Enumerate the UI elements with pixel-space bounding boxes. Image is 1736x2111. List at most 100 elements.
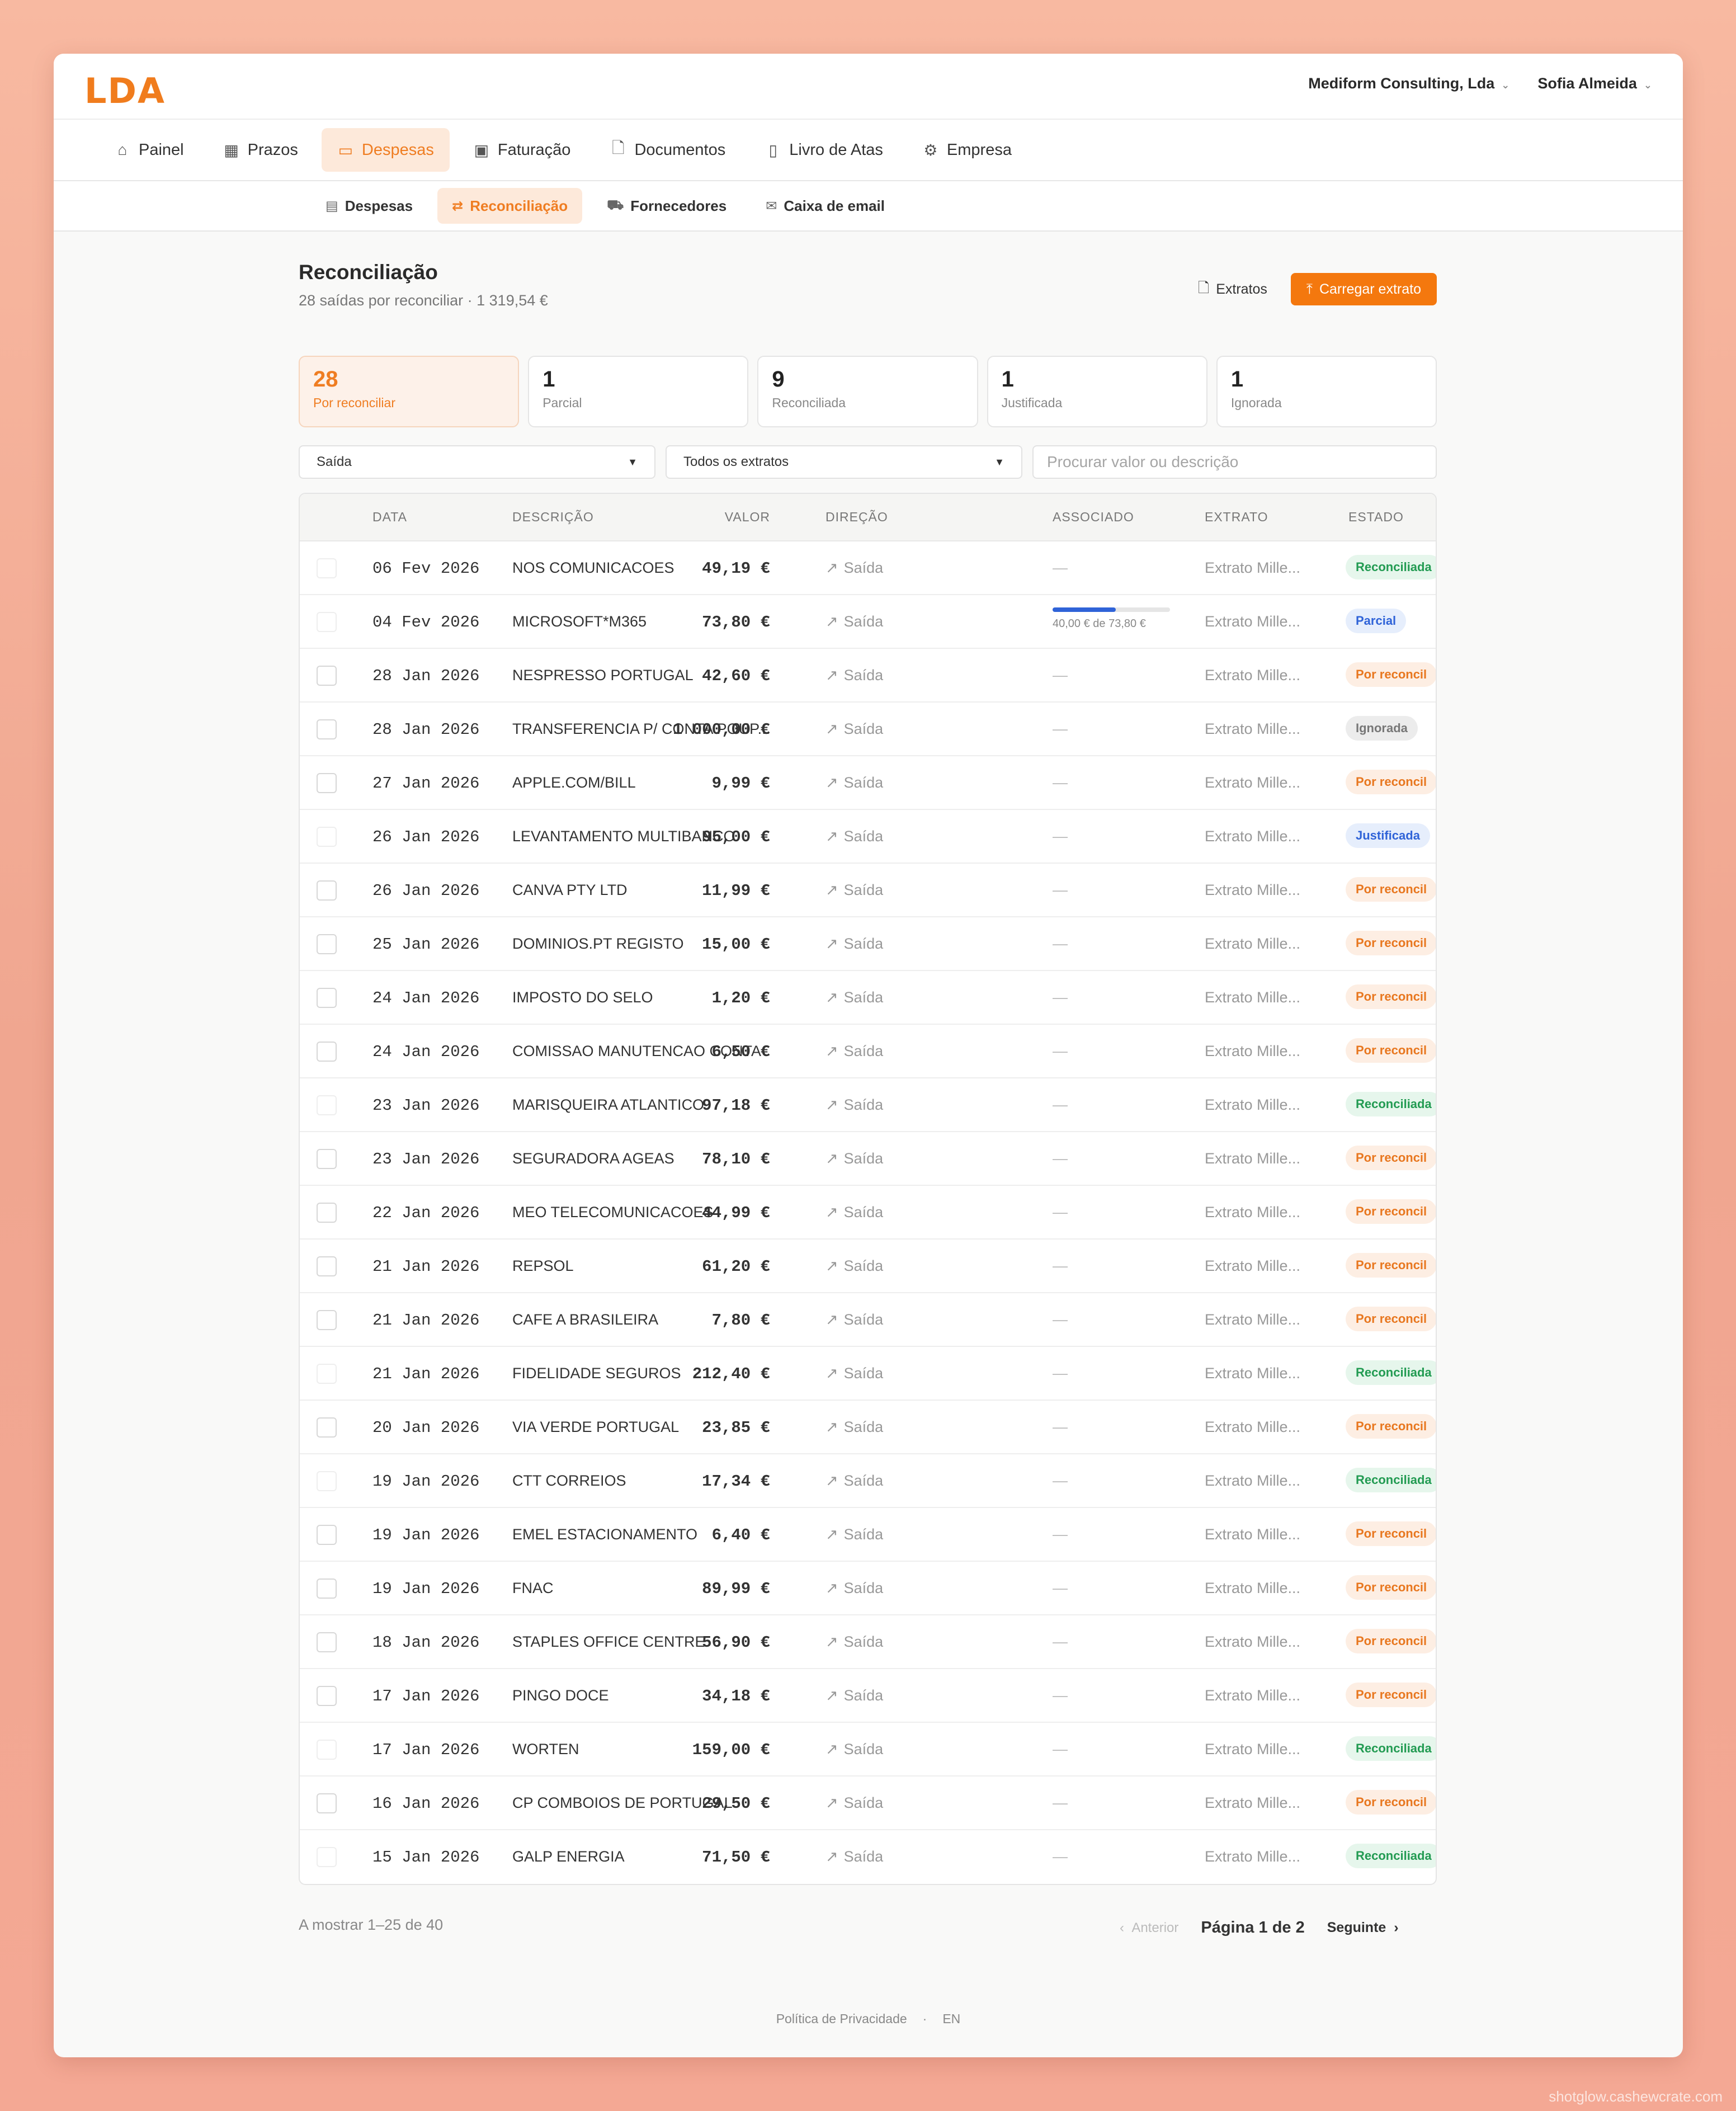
nav-item-despesas[interactable]: ▭ Despesas bbox=[321, 128, 450, 172]
table-row[interactable]: 21 Jan 2026 REPSOL ↗ Saída 61,20 € — Extrato M… bbox=[300, 1240, 1436, 1293]
nav-item-prazos[interactable]: ▦ Prazos bbox=[207, 128, 314, 172]
table-row[interactable]: 28 Jan 2026 TRANSFERENCIA P/ CONTA POUP..… bbox=[300, 703, 1436, 756]
table-row[interactable]: 15 Jan 2026 GALP ENERGIA ↗ Saída 71,50 € — Ext… bbox=[300, 1830, 1436, 1884]
nav-item-painel[interactable]: ⌂ Painel bbox=[98, 128, 200, 172]
table-row[interactable]: 28 Jan 2026 NESPRESSO PORTUGAL ↗ Saída 42,60… bbox=[300, 649, 1436, 703]
upload-statement-button[interactable]: ⤒ Carregar extrato bbox=[1290, 273, 1437, 305]
nav-item-faturação[interactable]: ▣ Faturação bbox=[457, 128, 587, 172]
row-checkbox[interactable] bbox=[317, 934, 337, 954]
nav-item-livro-de-atas[interactable]: ▯ Livro de Atas bbox=[749, 128, 899, 172]
table-row[interactable]: 20 Jan 2026 VIA VERDE PORTUGAL ↗ Saída 23,85… bbox=[300, 1401, 1436, 1454]
next-page-button[interactable]: Seguinte › bbox=[1327, 1920, 1399, 1936]
direction-label: Saída bbox=[843, 1580, 884, 1596]
header-state[interactable]: ESTADO bbox=[1348, 510, 1404, 525]
row-checkbox[interactable] bbox=[317, 1525, 337, 1545]
row-checkbox[interactable] bbox=[317, 719, 337, 739]
row-checkbox[interactable] bbox=[317, 880, 337, 901]
table-row[interactable]: 22 Jan 2026 MEO TELECOMUNICACOES ↗ Saída 44,… bbox=[300, 1186, 1436, 1240]
header-description[interactable]: DESCRIÇÃO bbox=[512, 510, 594, 525]
cell-date: 25 Jan 2026 bbox=[372, 935, 480, 954]
cell-direction: ↗ Saída bbox=[825, 559, 883, 577]
subnav-item-fornecedores[interactable]: ⛟ Fornecedores bbox=[592, 188, 741, 224]
cell-statement: Extrato Mille... bbox=[1205, 882, 1301, 898]
header-direction[interactable]: DIREÇÃO bbox=[825, 510, 888, 525]
stat-card[interactable]: 1 Justificada bbox=[987, 356, 1207, 427]
nav-item-empresa[interactable]: ⚙ Empresa bbox=[907, 128, 1027, 172]
subnav-item-caixa-de-email[interactable]: ✉ Caixa de email bbox=[751, 188, 899, 224]
stat-card[interactable]: 1 Parcial bbox=[528, 356, 749, 427]
user-menu[interactable]: Sofia Almeida ⌄ bbox=[1537, 75, 1652, 92]
stat-card[interactable]: 9 Reconciliada bbox=[757, 356, 978, 427]
nav-item-documentos[interactable]: 🗋 Documentos bbox=[594, 128, 741, 172]
table-row[interactable]: 27 Jan 2026 APPLE.COM/BILL ↗ Saída 9,99 € — Ex… bbox=[300, 756, 1436, 810]
row-checkbox[interactable] bbox=[317, 1793, 337, 1813]
row-checkbox[interactable] bbox=[317, 773, 337, 793]
cell-value: 15,00 € bbox=[702, 935, 770, 954]
header-statement[interactable]: EXTRATO bbox=[1205, 510, 1268, 525]
table-row[interactable]: 18 Jan 2026 STAPLES OFFICE CENTRE ↗ Saída 56… bbox=[300, 1615, 1436, 1669]
cell-value: 1 000,00 € bbox=[672, 720, 770, 739]
table-row[interactable]: 06 Fev 2026 NOS COMUNICACOES ↗ Saída 49,19 €… bbox=[300, 541, 1436, 595]
row-checkbox[interactable] bbox=[317, 1471, 337, 1491]
status-badge: Por reconcil bbox=[1346, 770, 1436, 794]
privacy-link[interactable]: Política de Privacidade bbox=[776, 2011, 907, 2026]
header-associated[interactable]: ASSOCIADO bbox=[1053, 510, 1134, 525]
row-checkbox[interactable] bbox=[317, 1095, 337, 1115]
table-row[interactable]: 19 Jan 2026 CTT CORREIOS ↗ Saída 17,34 € — Ext… bbox=[300, 1454, 1436, 1508]
row-checkbox[interactable] bbox=[317, 988, 337, 1008]
table-row[interactable]: 24 Jan 2026 IMPOSTO DO SELO ↗ Saída 1,20 € — E… bbox=[300, 971, 1436, 1025]
cell-direction: ↗ Saída bbox=[825, 1794, 883, 1812]
row-checkbox[interactable] bbox=[317, 1256, 337, 1276]
row-checkbox[interactable] bbox=[317, 1740, 337, 1760]
statement-select[interactable]: Todos os extratos ▼ bbox=[666, 445, 1022, 479]
extratos-button[interactable]: 🗋 Extratos bbox=[1188, 273, 1277, 305]
table-row[interactable]: 23 Jan 2026 SEGURADORA AGEAS ↗ Saída 78,10 €… bbox=[300, 1132, 1436, 1186]
header-date[interactable]: DATA bbox=[372, 510, 407, 525]
row-checkbox[interactable] bbox=[317, 1364, 337, 1384]
row-checkbox[interactable] bbox=[317, 1847, 337, 1867]
table-row[interactable]: 16 Jan 2026 CP COMBOIOS DE PORTUGAL ↗ Saída… bbox=[300, 1777, 1436, 1830]
row-checkbox[interactable] bbox=[317, 1686, 337, 1706]
stat-card[interactable]: 28 Por reconciliar bbox=[299, 356, 520, 427]
search-input[interactable] bbox=[1032, 445, 1437, 479]
direction-select[interactable]: Saída ▼ bbox=[299, 445, 655, 479]
row-checkbox[interactable] bbox=[317, 1149, 337, 1169]
row-checkbox[interactable] bbox=[317, 1578, 337, 1599]
row-checkbox[interactable] bbox=[317, 558, 337, 578]
table-row[interactable]: 19 Jan 2026 FNAC ↗ Saída 89,99 € — Extrato Mil… bbox=[300, 1562, 1436, 1615]
company-switcher[interactable]: Mediform Consulting, Lda ⌄ bbox=[1308, 75, 1509, 92]
logo[interactable]: LDA bbox=[84, 70, 166, 111]
row-checkbox[interactable] bbox=[317, 827, 337, 847]
table-row[interactable]: 21 Jan 2026 FIDELIDADE SEGUROS ↗ Saída 212,4… bbox=[300, 1347, 1436, 1401]
row-checkbox[interactable] bbox=[317, 1042, 337, 1062]
subnav-item-despesas[interactable]: ▤ Despesas bbox=[311, 188, 427, 224]
cell-statement: Extrato Mille... bbox=[1205, 559, 1301, 576]
cell-value: 78,10 € bbox=[702, 1150, 770, 1168]
cell-value: 11,99 € bbox=[702, 882, 770, 900]
row-checkbox[interactable] bbox=[317, 666, 337, 686]
cell-value: 44,99 € bbox=[702, 1204, 770, 1222]
cell-direction: ↗ Saída bbox=[825, 1472, 883, 1490]
language-switch[interactable]: EN bbox=[942, 2011, 960, 2026]
table-row[interactable]: 19 Jan 2026 EMEL ESTACIONAMENTO ↗ Saída 6,40… bbox=[300, 1508, 1436, 1562]
prev-page-button[interactable]: ‹ Anterior bbox=[1120, 1920, 1178, 1936]
table-row[interactable]: 26 Jan 2026 CANVA PTY LTD ↗ Saída 11,99 € — Ex… bbox=[300, 864, 1436, 917]
row-checkbox[interactable] bbox=[317, 1203, 337, 1223]
table-row[interactable]: 17 Jan 2026 PINGO DOCE ↗ Saída 34,18 € — Extra… bbox=[300, 1669, 1436, 1723]
row-checkbox[interactable] bbox=[317, 1417, 337, 1438]
table-row[interactable]: 04 Fev 2026 MICROSOFT*M365 ↗ Saída 73,80 €40… bbox=[300, 595, 1436, 649]
row-checkbox[interactable] bbox=[317, 1310, 337, 1330]
stat-card[interactable]: 1 Ignorada bbox=[1216, 356, 1437, 427]
table-row[interactable]: 21 Jan 2026 CAFE A BRASILEIRA ↗ Saída 7,80 €… bbox=[300, 1293, 1436, 1347]
header-value[interactable]: VALOR bbox=[725, 510, 770, 525]
subnav-item-reconciliação[interactable]: ⇄ Reconciliação bbox=[437, 188, 583, 224]
table-row[interactable]: 25 Jan 2026 DOMINIOS.PT REGISTO ↗ Saída 15,0… bbox=[300, 917, 1436, 971]
row-checkbox[interactable] bbox=[317, 612, 337, 632]
table-row[interactable]: 17 Jan 2026 WORTEN ↗ Saída 159,00 € — Extrato … bbox=[300, 1723, 1436, 1777]
next-label: Seguinte bbox=[1327, 1920, 1386, 1935]
row-checkbox[interactable] bbox=[317, 1632, 337, 1652]
table-row[interactable]: 24 Jan 2026 COMISSAO MANUTENCAO CONTA ↗ Saí… bbox=[300, 1025, 1436, 1078]
table-row[interactable]: 26 Jan 2026 LEVANTAMENTO MULTIBANCO ↗ Saída… bbox=[300, 810, 1436, 864]
table-row[interactable]: 23 Jan 2026 MARISQUEIRA ATLANTICO ↗ Saída 97… bbox=[300, 1078, 1436, 1132]
cell-associated: — bbox=[1053, 1204, 1068, 1221]
